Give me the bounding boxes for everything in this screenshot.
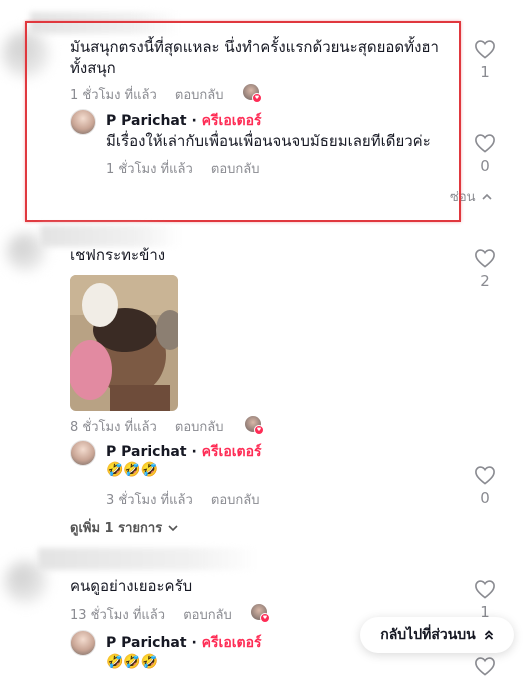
reply-text: 🤣🤣🤣 [106,462,159,478]
heart-outline-icon [475,466,495,485]
like-button[interactable]: 1 [470,579,500,621]
separator: · [191,635,197,651]
creator-avatar[interactable] [70,630,96,656]
chevron-up-icon [481,193,492,200]
comment-meta: 1 ชั่วโมง ที่แล้ว ตอบกลับ [70,84,224,105]
creator-avatar[interactable] [70,440,96,466]
reply-author-name[interactable]: P Parichat [106,635,187,651]
heart-outline-icon [475,657,495,676]
back-to-top-button[interactable]: กลับไปที่ส่วนบน [360,617,514,653]
comment-meta: 13 ชั่วโมง ที่แล้ว ตอบกลับ [70,604,232,625]
creator-badge: ครีเอเตอร์ [201,444,262,460]
creator-badge: ครีเอเตอร์ [201,113,262,129]
reply-meta: 1 ชั่วโมง ที่แล้ว ตอบกลับ [106,158,260,179]
reply-author-name[interactable]: P Parichat [106,113,187,129]
reply-time: 3 ชั่วโมง ที่แล้ว [106,493,193,508]
heart-outline-icon [475,40,495,59]
comment-time: 8 ชั่วโมง ที่แล้ว [70,420,157,435]
like-count: 2 [480,272,490,290]
reply-author-name[interactable]: P Parichat [106,444,187,460]
like-button[interactable]: 0 [470,133,500,175]
reply-button[interactable]: ตอบกลับ [175,88,224,103]
creator-liked-heart-icon: ♥ [254,425,264,435]
creator-liked-heart-icon: ♥ [260,613,270,623]
separator: · [191,444,197,460]
comment-time: 13 ชั่วโมง ที่แล้ว [70,608,166,623]
separator: · [191,113,197,129]
heart-outline-icon [475,580,495,599]
like-count: 0 [480,157,490,175]
heart-outline-icon [475,249,495,268]
like-button[interactable]: 2 [470,248,500,290]
comment-meta: 8 ชั่วโมง ที่แล้ว ตอบกลับ [70,416,224,437]
reply-time: 1 ชั่วโมง ที่แล้ว [106,162,193,177]
comment-text: เชฟกระทะข้าง [70,246,166,264]
commenter-name-blurred [40,225,180,247]
like-count: 1 [480,63,490,81]
reply-text: 🤣🤣🤣 [106,654,159,670]
hide-replies-button[interactable]: ซ่อน [450,186,492,207]
like-count: 0 [480,489,490,507]
creator-avatar[interactable] [70,109,96,135]
view-more-replies-button[interactable]: ดูเพิ่ม 1 รายการ [70,517,178,538]
hide-label: ซ่อน [450,190,476,205]
comment-image[interactable] [70,275,178,411]
comment-text: คนดูอย่างเยอะครับ [70,577,193,595]
creator-liked-heart-icon: ♥ [252,93,262,103]
reply-text: มีเรื่องให้เล่ากับเพื่อนเพื่อนจนจบมัธยมเ… [106,132,431,150]
commenter-name-blurred [38,548,258,570]
commenter-name-blurred [30,12,180,34]
creator-badge: ครีเอเตอร์ [201,635,262,651]
back-to-top-label: กลับไปที่ส่วนบน [380,627,476,643]
reply-button[interactable]: ตอบกลับ [211,493,260,508]
reply-button[interactable]: ตอบกลับ [175,420,224,435]
chevron-down-icon [168,524,178,531]
double-chevron-up-icon [484,630,493,640]
reply-meta: 3 ชั่วโมง ที่แล้ว ตอบกลับ [106,489,260,510]
comment-time: 1 ชั่วโมง ที่แล้ว [70,88,157,103]
like-button[interactable]: 0 [470,465,500,507]
like-button[interactable] [470,656,500,676]
heart-outline-icon [475,134,495,153]
like-button[interactable]: 1 [470,39,500,81]
reply-button[interactable]: ตอบกลับ [183,608,232,623]
commenter-avatar[interactable] [2,30,50,78]
reply-button[interactable]: ตอบกลับ [211,162,260,177]
reply-author-line: P Parichat · ครีเอเตอร์ [106,441,262,463]
comment-text: มันสนุกตรงนี้ที่สุดแหละ นึ่งทำครั้งแรกด้… [70,38,439,77]
comment-photo [70,275,178,411]
reply-author-line: P Parichat · ครีเอเตอร์ [106,110,262,132]
view-more-label: ดูเพิ่ม 1 รายการ [70,521,163,536]
reply-author-line: P Parichat · ครีเอเตอร์ [106,632,262,654]
